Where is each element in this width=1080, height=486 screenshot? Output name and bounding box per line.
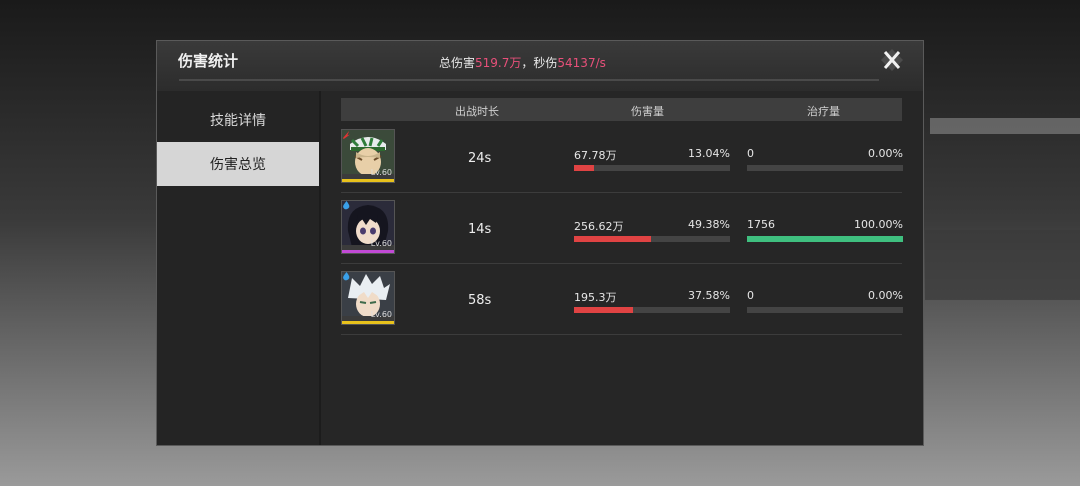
heal-bar-fill [747,236,903,242]
header-damage: 伤害量 [631,105,664,118]
water-element-icon [343,201,350,210]
character-avatar[interactable]: Lv.60 [341,271,395,325]
table-row: Lv.60 14s 256.62万 49.38% 1756 100.00% [341,193,903,264]
water-element-icon [343,272,350,281]
summary-separator: ， [521,56,534,70]
heal-percent: 0.00% [868,289,903,302]
table-row: Lv.60 24s 67.78万 13.04% 0 0.00% [341,122,903,193]
total-damage-value: 519.7万 [475,56,522,70]
damage-summary: 总伤害519.7万，秒伤54137/s [439,54,606,71]
background-band [930,118,1080,134]
character-avatar[interactable]: Lv.60 [341,200,395,254]
table-row: Lv.60 58s 195.3万 37.58% 0 0.00% [341,264,903,335]
damage-bar-fill [574,165,595,171]
character-level: Lv.60 [370,310,392,319]
battle-duration: 14s [468,222,492,237]
header-divider [179,79,879,81]
character-avatar[interactable]: Lv.60 [341,129,395,183]
total-damage-label: 总伤害 [439,56,476,70]
tab-damage-overview[interactable]: 伤害总览 [157,142,319,186]
heal-value: 1756 [747,218,775,231]
fire-element-icon [342,130,351,139]
battle-duration: 58s [468,293,492,308]
tab-label: 伤害总览 [210,157,266,173]
tab-label: 技能详情 [210,113,266,129]
heal-bar-track [747,165,903,171]
heal-percent: 0.00% [868,147,903,160]
sidebar: 技能详情 伤害总览 [157,91,321,445]
background-band [925,230,1080,300]
heal-percent: 100.00% [854,218,903,231]
close-icon [881,49,903,71]
damage-bar-track [574,236,730,242]
heal-bar-track [747,307,903,313]
damage-bar-track [574,165,730,171]
header-heal: 治疗量 [807,105,840,118]
rarity-bar [342,321,394,324]
dps-label: 秒伤 [533,56,558,70]
heal-value: 0 [747,289,754,302]
damage-percent: 37.58% [688,289,730,302]
damage-value: 256.62万 [574,220,624,233]
battle-duration: 24s [468,151,492,166]
panel-title: 伤害统计 [178,52,239,70]
heal-value: 0 [747,147,754,160]
dps-value: 54137/s [557,56,606,70]
damage-stats-panel: 伤害统计 总伤害519.7万，秒伤54137/s 技能详情 伤害总览 出战时长 … [156,40,924,446]
damage-value: 67.78万 [574,149,617,162]
header-duration: 出战时长 [455,105,499,118]
damage-percent: 13.04% [688,147,730,160]
damage-bar-fill [574,236,652,242]
character-level: Lv.60 [370,239,392,248]
damage-bar-track [574,307,730,313]
heal-bar-track [747,236,903,242]
rarity-bar [342,179,394,182]
panel-header: 伤害统计 总伤害519.7万，秒伤54137/s [157,41,923,91]
damage-value: 195.3万 [574,291,617,304]
damage-percent: 49.38% [688,218,730,231]
tab-skill-details[interactable]: 技能详情 [157,98,319,142]
damage-bar-fill [574,307,633,313]
close-button[interactable] [877,46,907,74]
character-level: Lv.60 [370,168,392,177]
table-header: 出战时长 伤害量 治疗量 [341,98,902,121]
rarity-bar [342,250,394,253]
